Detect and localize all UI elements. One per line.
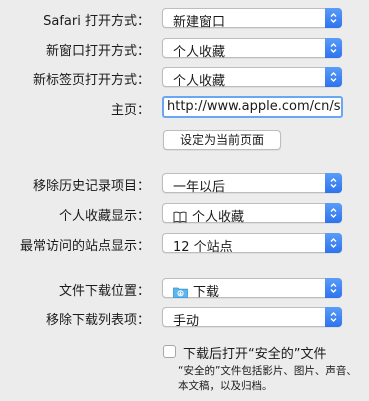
popup-arrows-icon <box>325 278 342 298</box>
safe-files-note-line2: 本文稿，以及归档。 <box>178 380 273 392</box>
row-homepage: 主页： http://www.apple.com/cn/st <box>0 96 369 120</box>
popup-arrows-icon <box>325 67 342 87</box>
new-window-popup[interactable]: 个人收藏 <box>162 38 342 60</box>
new-tab-value: 个人收藏 <box>173 74 226 89</box>
row-favorites-shows: 个人收藏显示： 个人收藏 <box>0 202 369 226</box>
open-with-label: Safari 打开方式： <box>43 14 150 29</box>
open-with-popup[interactable]: 新建窗口 <box>162 8 342 30</box>
row-new-window: 新窗口打开方式： 个人收藏 <box>0 37 369 61</box>
homepage-field[interactable]: http://www.apple.com/cn/st <box>162 96 343 118</box>
popup-arrows-icon <box>325 233 342 253</box>
row-open-with: Safari 打开方式： 新建窗口 <box>0 7 369 31</box>
set-current-page-button[interactable]: 设定为当前页面 <box>163 130 281 150</box>
open-safe-files-label: 下载后打开“安全的”文件 <box>183 347 327 362</box>
popup-arrows-icon <box>325 307 342 327</box>
top-sites-popup[interactable]: 12 个站点 <box>162 233 342 255</box>
remove-history-value: 一年以后 <box>173 180 226 195</box>
popup-arrows-icon <box>325 173 342 193</box>
download-location-label: 文件下载位置： <box>58 284 150 299</box>
popup-arrows-icon <box>325 8 342 28</box>
open-safe-files-checkbox[interactable] <box>163 345 176 358</box>
popup-arrows-icon <box>325 203 342 223</box>
favorites-shows-value: 个人收藏 <box>192 210 245 225</box>
top-sites-value: 12 个站点 <box>173 240 233 255</box>
remove-downloads-label: 移除下载列表项： <box>45 313 150 328</box>
open-with-value: 新建窗口 <box>173 15 226 30</box>
row-remove-history: 移除历史记录项目： 一年以后 <box>0 172 369 196</box>
remove-history-popup[interactable]: 一年以后 <box>162 173 342 195</box>
remove-history-label: 移除历史记录项目： <box>32 179 150 194</box>
new-window-value: 个人收藏 <box>173 45 226 60</box>
row-remove-downloads: 移除下载列表项： 手动 <box>0 306 369 330</box>
top-sites-label: 最常访问的站点显示： <box>19 239 150 254</box>
popup-arrows-icon <box>325 38 342 58</box>
new-window-label: 新窗口打开方式： <box>45 44 150 59</box>
download-location-value: 下载 <box>193 285 220 300</box>
downloads-folder-icon <box>173 286 188 302</box>
homepage-value: http://www.apple.com/cn/st <box>167 99 343 114</box>
homepage-label: 主页： <box>110 103 150 118</box>
new-tab-label: 新标签页打开方式： <box>32 73 150 88</box>
favorites-shows-popup[interactable]: 个人收藏 <box>162 203 342 225</box>
row-top-sites: 最常访问的站点显示： 12 个站点 <box>0 232 369 256</box>
remove-downloads-value: 手动 <box>173 314 200 329</box>
favorites-shows-label: 个人收藏显示： <box>58 209 150 224</box>
book-icon <box>173 211 187 227</box>
new-tab-popup[interactable]: 个人收藏 <box>162 67 342 89</box>
safe-files-note-line1: “安全的”文件包括影片、图片、声音、 <box>178 365 357 377</box>
remove-downloads-popup[interactable]: 手动 <box>162 307 342 329</box>
download-location-popup[interactable]: 下载 <box>162 278 342 300</box>
row-new-tab: 新标签页打开方式： 个人收藏 <box>0 66 369 90</box>
row-download-location: 文件下载位置： 下载 <box>0 277 369 301</box>
